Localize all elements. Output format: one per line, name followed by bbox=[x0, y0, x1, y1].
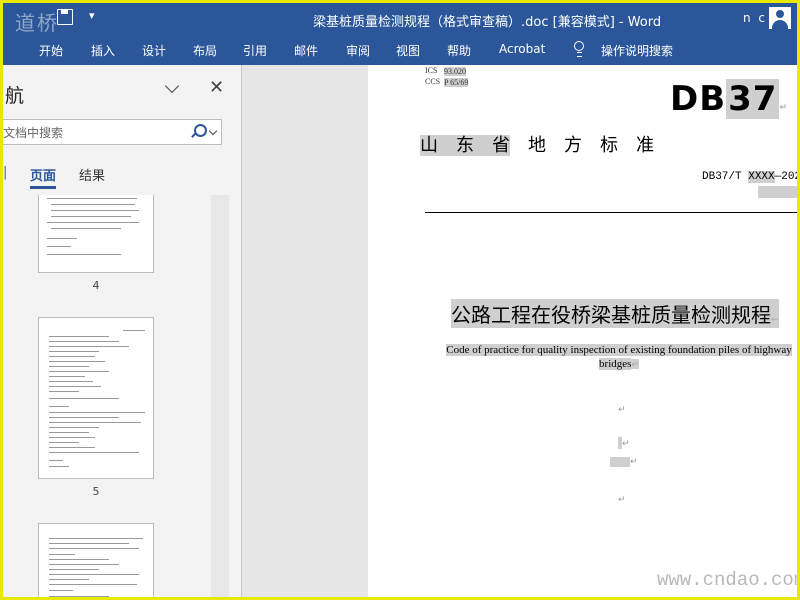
search-icon[interactable] bbox=[194, 124, 207, 137]
province-standard-heading: 山 东 省 地 方 标 准 bbox=[420, 131, 654, 157]
site-logo: 道桥 bbox=[15, 11, 59, 35]
active-tab-indicator bbox=[30, 186, 56, 189]
tab-acrobat[interactable]: Acrobat bbox=[499, 42, 545, 56]
nav-scrollbar[interactable] bbox=[211, 195, 229, 597]
tab-home[interactable]: 开始 bbox=[39, 42, 63, 59]
site-watermark: www.cndao.com bbox=[657, 569, 800, 591]
page-thumbnail-4[interactable] bbox=[38, 195, 154, 273]
search-input[interactable]: 文档中搜索 bbox=[3, 124, 183, 141]
save-icon[interactable] bbox=[57, 9, 73, 25]
tab-pages[interactable]: 页面 bbox=[30, 165, 56, 184]
std-year: —202 bbox=[774, 171, 800, 183]
ics-value: 93.020 bbox=[444, 67, 466, 76]
tab-headings-partial[interactable]: | bbox=[3, 165, 7, 180]
page-number-label: 4 bbox=[92, 279, 100, 292]
db-number: 37 bbox=[726, 79, 780, 119]
page-number-label: 5 bbox=[92, 485, 100, 498]
tab-review[interactable]: 审阅 bbox=[346, 42, 370, 59]
title-en-line-2: bridges bbox=[599, 358, 632, 370]
title-bar: 道桥 ▾ 梁基桩质量检测规程（格式审查稿）.doc [兼容模式] - Word … bbox=[3, 3, 797, 35]
document-title-english: Code of practice for quality inspection … bbox=[438, 343, 797, 371]
ribbon-tabs: 开始 插入 设计 布局 引用 邮件 审阅 视图 帮助 Acrobat 操作说明搜… bbox=[3, 35, 797, 65]
local-standard-text: 地 方 标 准 bbox=[510, 135, 654, 156]
std-prefix: DB37/T bbox=[702, 171, 749, 183]
ccs-value: P 65/69 bbox=[444, 78, 469, 87]
db-prefix: DB bbox=[670, 79, 727, 119]
document-title: 梁基桩质量检测规程（格式审查稿）.doc [兼容模式] - Word bbox=[313, 15, 662, 30]
close-icon[interactable]: ✕ bbox=[209, 77, 224, 98]
customize-quick-access-icon[interactable]: ▾ bbox=[89, 9, 95, 22]
highlight-block bbox=[610, 457, 630, 467]
ics-label: ICS bbox=[425, 66, 438, 75]
tab-help[interactable]: 帮助 bbox=[447, 42, 471, 59]
search-options-chevron-icon[interactable] bbox=[208, 126, 218, 136]
user-initials[interactable]: n c bbox=[743, 11, 767, 25]
page-thumbnail-5[interactable] bbox=[38, 317, 154, 479]
paragraph-mark: ↵ bbox=[618, 405, 626, 415]
paragraph-mark: ↵ bbox=[779, 103, 789, 113]
nav-search-box[interactable]: 文档中搜索 bbox=[3, 119, 222, 145]
tab-results[interactable]: 结果 bbox=[79, 165, 105, 184]
province-name: 山 东 省 bbox=[420, 135, 510, 156]
title-en-line-1: Code of practice for quality inspection … bbox=[446, 344, 792, 356]
tab-insert[interactable]: 插入 bbox=[91, 42, 115, 59]
document-title-chinese: 公路工程在役桥梁基桩质量检测规程← bbox=[451, 299, 779, 328]
tab-references[interactable]: 引用 bbox=[243, 42, 267, 59]
nav-pane-title: 航 bbox=[5, 85, 25, 107]
lightbulb-icon[interactable] bbox=[573, 41, 585, 57]
ccs-label: CCS bbox=[425, 77, 441, 86]
horizontal-rule bbox=[425, 212, 797, 213]
standard-logo: DB37 ↵ bbox=[670, 79, 788, 119]
tab-mailings[interactable]: 邮件 bbox=[294, 42, 318, 59]
user-avatar-icon[interactable] bbox=[769, 7, 791, 29]
std-code: XXXX bbox=[748, 171, 775, 183]
document-area: ICS 93.020 CCS P 65/69 DB37 ↵ 山 东 省 地 方 标… bbox=[242, 65, 797, 597]
word-window: 道桥 ▾ 梁基桩质量检测规程（格式审查稿）.doc [兼容模式] - Word … bbox=[0, 0, 800, 600]
chevron-down-icon[interactable] bbox=[164, 78, 180, 94]
document-page[interactable]: ICS 93.020 CCS P 65/69 DB37 ↵ 山 东 省 地 方 标… bbox=[368, 65, 800, 597]
paragraph-mark: ↵ bbox=[622, 439, 630, 449]
paragraph-mark: ↵ bbox=[618, 495, 626, 505]
tab-layout[interactable]: 布局 bbox=[193, 42, 217, 59]
page-thumbnail-6[interactable] bbox=[38, 523, 154, 597]
paragraph-mark: ← bbox=[771, 315, 779, 325]
standard-number: DB37/T XXXX—202 bbox=[702, 171, 800, 183]
tab-design[interactable]: 设计 bbox=[142, 42, 166, 59]
tell-me-search[interactable]: 操作说明搜索 bbox=[601, 42, 673, 59]
navigation-pane: 航 ✕ 文档中搜索 | 页面 结果 4 5 bbox=[3, 65, 242, 597]
replaces-field-highlight bbox=[758, 186, 797, 198]
tab-view[interactable]: 视图 bbox=[396, 42, 420, 59]
title-cn-text: 公路工程在役桥梁基桩质量检测规程 bbox=[451, 303, 771, 327]
paragraph-mark: ↵ bbox=[630, 457, 638, 467]
page-thumbnails: 4 5 bbox=[3, 195, 229, 597]
paragraph-mark: ↵ bbox=[631, 359, 639, 369]
